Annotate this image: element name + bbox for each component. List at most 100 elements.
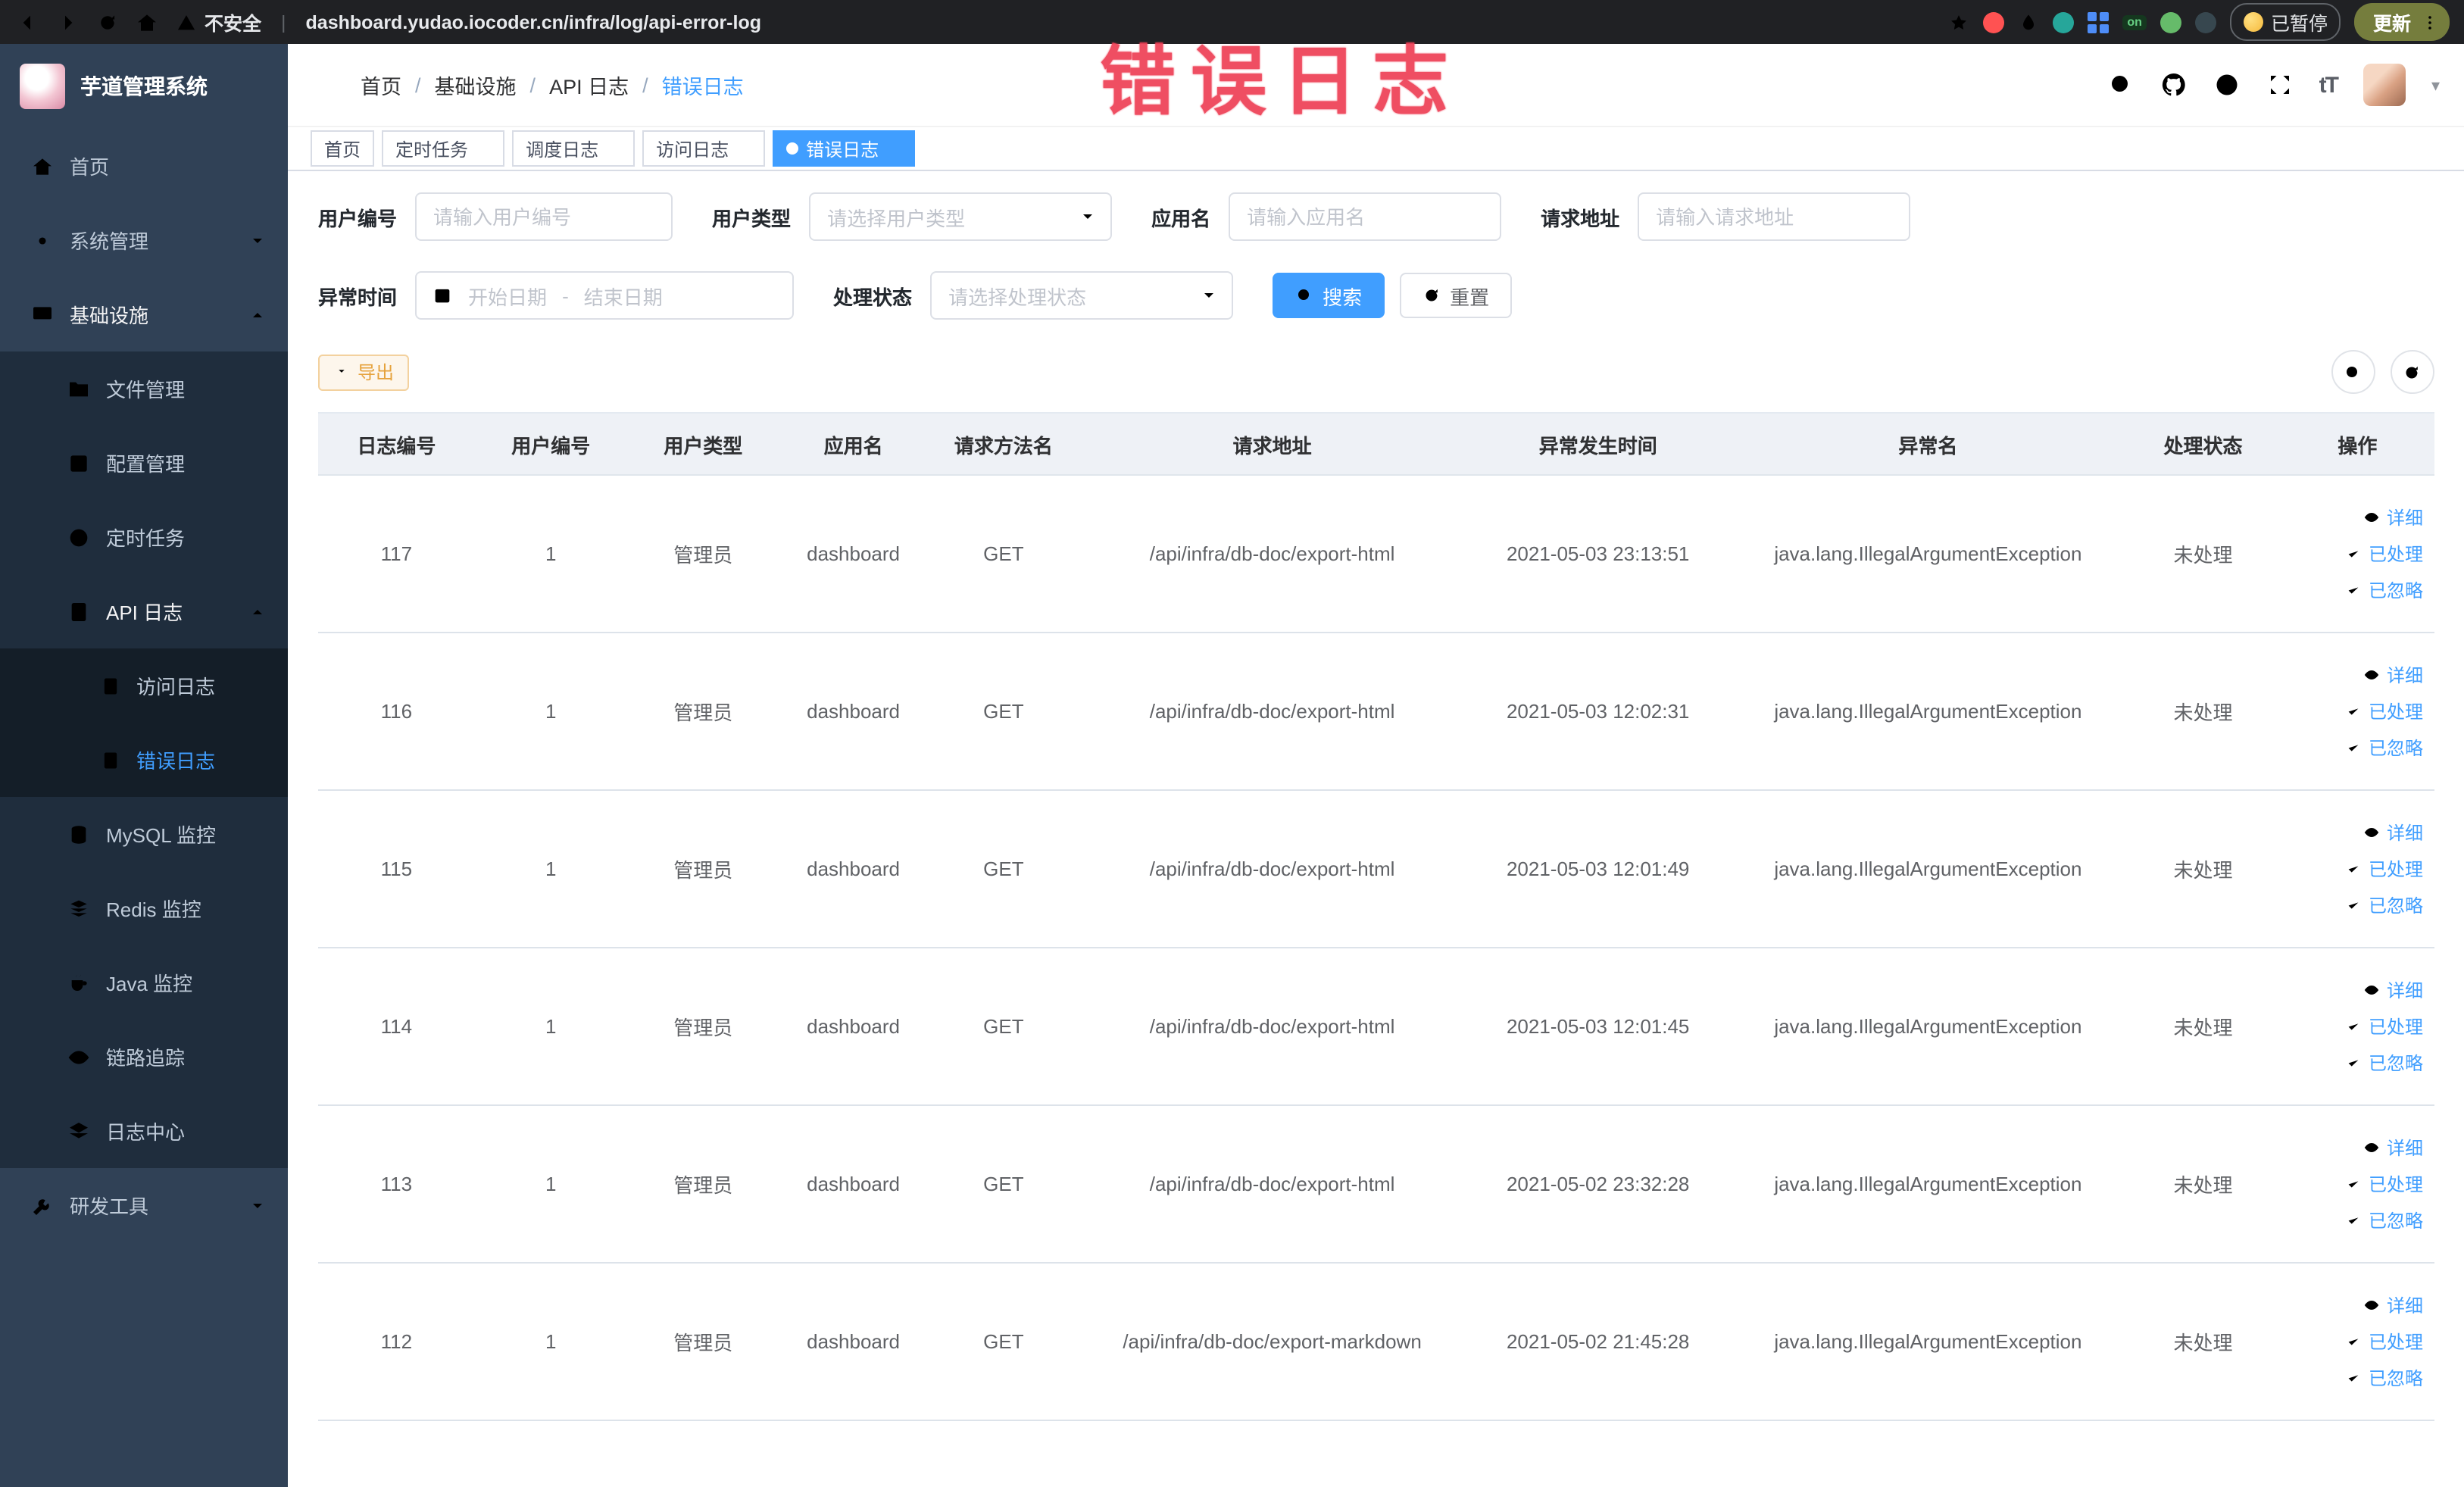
breadcrumb-infrastructure[interactable]: 基础设施 — [435, 70, 517, 100]
exception-time-label: 异常时间 — [318, 286, 398, 308]
sidebar-collapse-button[interactable] — [312, 71, 339, 98]
table-toolbar: 导出 — [318, 350, 2434, 394]
security-indicator[interactable]: 不安全 — [176, 8, 261, 36]
breadcrumb-home[interactable]: 首页 — [361, 70, 401, 100]
process-status-select[interactable]: 请选择处理状态 — [930, 271, 1234, 320]
sidebar-item-java-monitor[interactable]: Java 监控 — [0, 945, 288, 1020]
detail-link[interactable]: 详细 — [2364, 662, 2423, 688]
avatar-caret-icon[interactable]: ▾ — [2431, 75, 2440, 95]
header-actions: tT ▾ — [2107, 64, 2440, 106]
detail-link[interactable]: 详细 — [2364, 1292, 2423, 1318]
processed-link[interactable]: 已处理 — [2346, 1014, 2423, 1039]
tab-access-log[interactable]: 访问日志 — [642, 130, 766, 167]
processed-link[interactable]: 已处理 — [2346, 1329, 2423, 1354]
help-icon[interactable] — [2213, 71, 2241, 98]
sidebar-item-access-log[interactable]: 访问日志 — [0, 648, 288, 723]
tab-error-log[interactable]: 错误日志 — [773, 130, 916, 167]
refresh-table-button[interactable] — [2390, 350, 2434, 394]
user-type-select[interactable]: 请选择用户类型 — [809, 192, 1113, 241]
ignored-link[interactable]: 已忽略 — [2346, 735, 2423, 761]
processed-link[interactable]: 已处理 — [2346, 698, 2423, 724]
github-icon[interactable] — [2160, 71, 2188, 98]
toggle-search-button[interactable] — [2331, 350, 2375, 394]
processed-link[interactable]: 已处理 — [2346, 1171, 2423, 1197]
sidebar: 芋道管理系统 首页 系统管理 基础设施 文件管理 配置管理 定时任务 API 日… — [0, 44, 288, 1487]
browser-forward-icon[interactable] — [56, 10, 80, 34]
ignored-link[interactable]: 已忽略 — [2346, 892, 2423, 918]
sidebar-item-system-management[interactable]: 系统管理 — [0, 203, 288, 277]
process-status-label: 处理状态 — [833, 286, 913, 308]
fullscreen-icon[interactable] — [2266, 71, 2294, 98]
ignored-link[interactable]: 已忽略 — [2346, 1050, 2423, 1076]
extension-icon-4-grid[interactable] — [2088, 11, 2110, 33]
sidebar-item-log-center[interactable]: 日志中心 — [0, 1094, 288, 1168]
eye-icon — [2364, 824, 2381, 841]
ignored-link[interactable]: 已忽略 — [2346, 577, 2423, 603]
home-icon — [30, 154, 55, 178]
tab-home[interactable]: 首页 — [311, 130, 375, 167]
sidebar-item-error-log[interactable]: 错误日志 — [0, 723, 288, 797]
kebab-menu-icon — [2420, 13, 2438, 31]
tab-schedule-log[interactable]: 调度日志 — [512, 130, 636, 167]
processed-link[interactable]: 已处理 — [2346, 856, 2423, 882]
search-icon[interactable] — [2107, 71, 2135, 98]
detail-link[interactable]: 详细 — [2364, 505, 2423, 530]
font-size-icon[interactable]: tT — [2319, 72, 2339, 98]
sidebar-item-scheduled-tasks[interactable]: 定时任务 — [0, 500, 288, 574]
extension-icon-1[interactable] — [1983, 11, 2005, 33]
sidebar-item-dev-tools[interactable]: 研发工具 — [0, 1168, 288, 1242]
close-icon[interactable] — [736, 141, 751, 156]
sidebar-item-api-log[interactable]: API 日志 — [0, 574, 288, 648]
eye-icon — [2364, 1139, 2381, 1156]
check-icon — [2346, 545, 2363, 562]
browser-update-menu[interactable]: 更新 — [2354, 3, 2449, 41]
check-icon — [2346, 1333, 2363, 1350]
sidebar-item-home[interactable]: 首页 — [0, 129, 288, 203]
user-id-input[interactable] — [415, 192, 673, 241]
coffee-icon — [67, 970, 91, 995]
sidebar-item-config-management[interactable]: 配置管理 — [0, 426, 288, 500]
detail-link[interactable]: 详细 — [2364, 977, 2423, 1003]
col-app-name: 应用名 — [779, 412, 928, 476]
ignored-link[interactable]: 已忽略 — [2346, 1207, 2423, 1233]
extension-icon-2-drop[interactable] — [2018, 11, 2039, 33]
extension-icon-6-paw[interactable] — [2194, 11, 2216, 33]
sidebar-item-file-management[interactable]: 文件管理 — [0, 351, 288, 426]
request-url-label: 请求地址 — [1541, 207, 1620, 230]
close-icon[interactable] — [886, 141, 901, 156]
paused-badge[interactable]: 已暂停 — [2229, 3, 2341, 41]
address-bar[interactable]: dashboard.yudao.iocoder.cn/infra/log/api… — [306, 11, 1932, 33]
user-id-label: 用户编号 — [318, 207, 398, 230]
app-name-input[interactable] — [1229, 192, 1502, 241]
reset-button[interactable]: 重置 — [1400, 273, 1513, 318]
exception-time-range-picker[interactable]: 开始日期 - 结束日期 — [415, 271, 795, 320]
breadcrumb-api-log[interactable]: API 日志 — [549, 70, 629, 100]
sidebar-item-infrastructure[interactable]: 基础设施 — [0, 277, 288, 351]
database-icon — [67, 822, 91, 846]
search-button[interactable]: 搜索 — [1273, 273, 1385, 318]
breadcrumb-error-log: 错误日志 — [661, 76, 744, 98]
detail-link[interactable]: 详细 — [2364, 1135, 2423, 1161]
sidebar-item-redis-monitor[interactable]: Redis 监控 — [0, 871, 288, 945]
extension-icon-3[interactable] — [2053, 11, 2075, 33]
avatar[interactable] — [2363, 64, 2406, 106]
processed-link[interactable]: 已处理 — [2346, 541, 2423, 567]
chevron-down-icon — [248, 1196, 267, 1214]
close-icon[interactable] — [476, 141, 491, 156]
browser-reload-icon[interactable] — [97, 11, 118, 33]
request-url-input[interactable] — [1638, 192, 1911, 241]
tab-scheduled-tasks[interactable]: 定时任务 — [382, 130, 505, 167]
sidebar-item-mysql-monitor[interactable]: MySQL 监控 — [0, 797, 288, 871]
close-icon[interactable] — [606, 141, 621, 156]
bookmark-star-icon[interactable] — [1948, 11, 1969, 33]
export-button[interactable]: 导出 — [318, 354, 410, 390]
browser-back-icon[interactable] — [15, 10, 39, 34]
extension-icon-5[interactable] — [2160, 11, 2181, 33]
extension-on-badge[interactable]: on — [2122, 14, 2147, 30]
app-logo[interactable]: 芋道管理系统 — [0, 44, 288, 129]
ignored-link[interactable]: 已忽略 — [2346, 1365, 2423, 1391]
wrench-icon — [30, 1193, 55, 1217]
detail-link[interactable]: 详细 — [2364, 820, 2423, 845]
sidebar-item-trace[interactable]: 链路追踪 — [0, 1020, 288, 1094]
browser-home-icon[interactable] — [135, 10, 159, 34]
